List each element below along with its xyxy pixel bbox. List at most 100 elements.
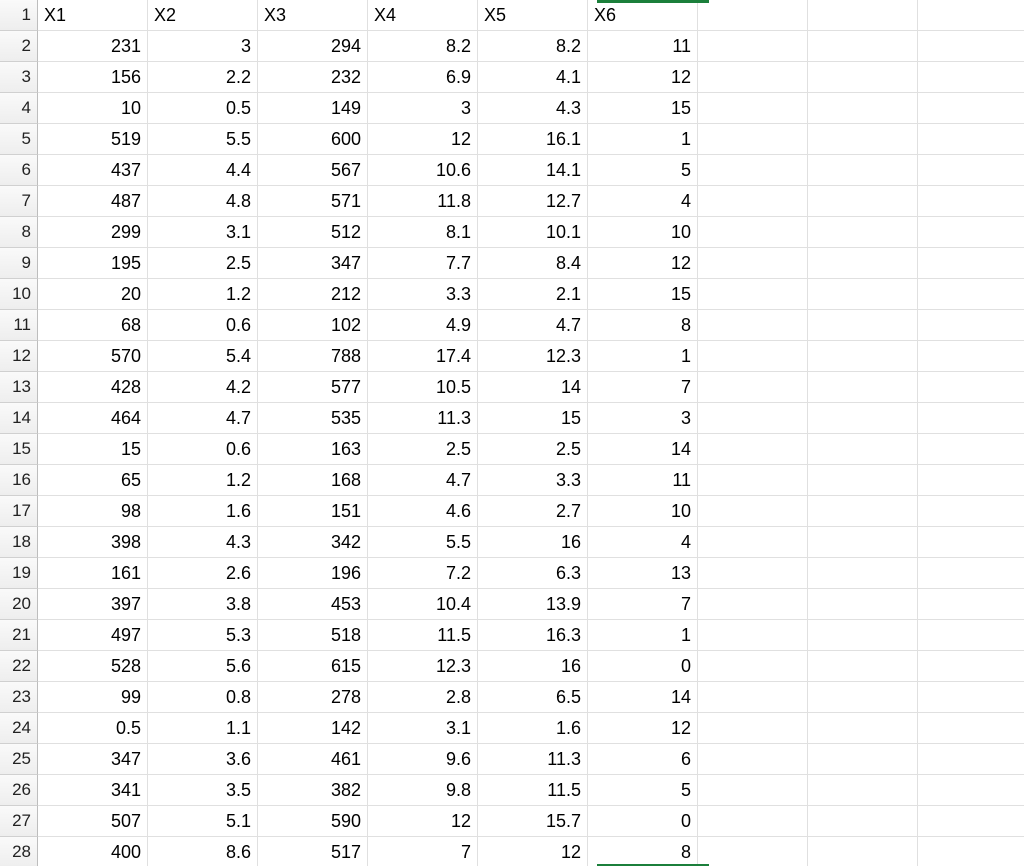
- data-cell[interactable]: 11.5: [368, 620, 478, 651]
- data-cell[interactable]: 11.5: [478, 775, 588, 806]
- data-cell[interactable]: 13: [588, 558, 698, 589]
- data-cell[interactable]: 4.7: [478, 310, 588, 341]
- data-cell[interactable]: 4.1: [478, 62, 588, 93]
- data-cell[interactable]: 12.3: [478, 341, 588, 372]
- empty-cell[interactable]: [698, 0, 808, 31]
- data-cell[interactable]: 10.1: [478, 217, 588, 248]
- row-header[interactable]: 18: [0, 527, 38, 558]
- data-cell[interactable]: 17.4: [368, 341, 478, 372]
- data-cell[interactable]: 497: [38, 620, 148, 651]
- empty-cell[interactable]: [808, 651, 918, 682]
- data-cell[interactable]: 16.1: [478, 124, 588, 155]
- data-cell[interactable]: 1.2: [148, 465, 258, 496]
- row-header[interactable]: 4: [0, 93, 38, 124]
- empty-cell[interactable]: [918, 620, 1024, 651]
- data-cell[interactable]: 102: [258, 310, 368, 341]
- empty-cell[interactable]: [698, 248, 808, 279]
- empty-cell[interactable]: [808, 248, 918, 279]
- empty-cell[interactable]: [808, 62, 918, 93]
- data-cell[interactable]: 5.3: [148, 620, 258, 651]
- empty-cell[interactable]: [918, 372, 1024, 403]
- column-header[interactable]: X1: [38, 0, 148, 31]
- data-cell[interactable]: 3.6: [148, 744, 258, 775]
- data-cell[interactable]: 9.6: [368, 744, 478, 775]
- empty-cell[interactable]: [918, 744, 1024, 775]
- data-cell[interactable]: 13.9: [478, 589, 588, 620]
- row-header[interactable]: 10: [0, 279, 38, 310]
- data-cell[interactable]: 517: [258, 837, 368, 866]
- data-cell[interactable]: 0.6: [148, 310, 258, 341]
- empty-cell[interactable]: [918, 806, 1024, 837]
- empty-cell[interactable]: [698, 62, 808, 93]
- row-header[interactable]: 21: [0, 620, 38, 651]
- empty-cell[interactable]: [808, 496, 918, 527]
- data-cell[interactable]: 8.1: [368, 217, 478, 248]
- data-cell[interactable]: 5.4: [148, 341, 258, 372]
- row-header[interactable]: 9: [0, 248, 38, 279]
- empty-cell[interactable]: [698, 434, 808, 465]
- empty-cell[interactable]: [918, 155, 1024, 186]
- data-cell[interactable]: 461: [258, 744, 368, 775]
- data-cell[interactable]: 20: [38, 279, 148, 310]
- empty-cell[interactable]: [918, 279, 1024, 310]
- data-cell[interactable]: 161: [38, 558, 148, 589]
- empty-cell[interactable]: [698, 496, 808, 527]
- empty-cell[interactable]: [698, 589, 808, 620]
- data-cell[interactable]: 15: [478, 403, 588, 434]
- data-cell[interactable]: 1.6: [478, 713, 588, 744]
- data-cell[interactable]: 518: [258, 620, 368, 651]
- empty-cell[interactable]: [698, 403, 808, 434]
- empty-cell[interactable]: [918, 496, 1024, 527]
- empty-cell[interactable]: [808, 465, 918, 496]
- empty-cell[interactable]: [808, 279, 918, 310]
- data-cell[interactable]: 453: [258, 589, 368, 620]
- data-cell[interactable]: 10.6: [368, 155, 478, 186]
- data-cell[interactable]: 0: [588, 651, 698, 682]
- column-header[interactable]: X6: [588, 0, 698, 31]
- data-cell[interactable]: 14: [478, 372, 588, 403]
- data-cell[interactable]: 7: [368, 837, 478, 866]
- row-header[interactable]: 3: [0, 62, 38, 93]
- column-header[interactable]: X5: [478, 0, 588, 31]
- row-header[interactable]: 22: [0, 651, 38, 682]
- data-cell[interactable]: 567: [258, 155, 368, 186]
- data-cell[interactable]: 2.6: [148, 558, 258, 589]
- data-cell[interactable]: 535: [258, 403, 368, 434]
- data-cell[interactable]: 0.8: [148, 682, 258, 713]
- empty-cell[interactable]: [918, 465, 1024, 496]
- row-header[interactable]: 26: [0, 775, 38, 806]
- data-cell[interactable]: 15: [588, 279, 698, 310]
- data-cell[interactable]: 2.2: [148, 62, 258, 93]
- data-cell[interactable]: 163: [258, 434, 368, 465]
- empty-cell[interactable]: [698, 372, 808, 403]
- data-cell[interactable]: 8: [588, 310, 698, 341]
- data-cell[interactable]: 142: [258, 713, 368, 744]
- empty-cell[interactable]: [808, 341, 918, 372]
- data-cell[interactable]: 12: [368, 124, 478, 155]
- data-cell[interactable]: 15.7: [478, 806, 588, 837]
- empty-cell[interactable]: [698, 124, 808, 155]
- data-cell[interactable]: 3: [148, 31, 258, 62]
- data-cell[interactable]: 5.1: [148, 806, 258, 837]
- data-cell[interactable]: 5.5: [368, 527, 478, 558]
- empty-cell[interactable]: [808, 310, 918, 341]
- empty-cell[interactable]: [808, 434, 918, 465]
- data-cell[interactable]: 8.2: [478, 31, 588, 62]
- empty-cell[interactable]: [918, 341, 1024, 372]
- row-header[interactable]: 13: [0, 372, 38, 403]
- data-cell[interactable]: 68: [38, 310, 148, 341]
- data-cell[interactable]: 788: [258, 341, 368, 372]
- data-cell[interactable]: 16.3: [478, 620, 588, 651]
- data-cell[interactable]: 7.7: [368, 248, 478, 279]
- data-cell[interactable]: 3.3: [478, 465, 588, 496]
- row-header[interactable]: 7: [0, 186, 38, 217]
- data-cell[interactable]: 5: [588, 155, 698, 186]
- empty-cell[interactable]: [918, 837, 1024, 866]
- empty-cell[interactable]: [918, 0, 1024, 31]
- empty-cell[interactable]: [808, 124, 918, 155]
- data-cell[interactable]: 519: [38, 124, 148, 155]
- empty-cell[interactable]: [698, 837, 808, 866]
- data-cell[interactable]: 3.5: [148, 775, 258, 806]
- data-cell[interactable]: 10.5: [368, 372, 478, 403]
- data-cell[interactable]: 615: [258, 651, 368, 682]
